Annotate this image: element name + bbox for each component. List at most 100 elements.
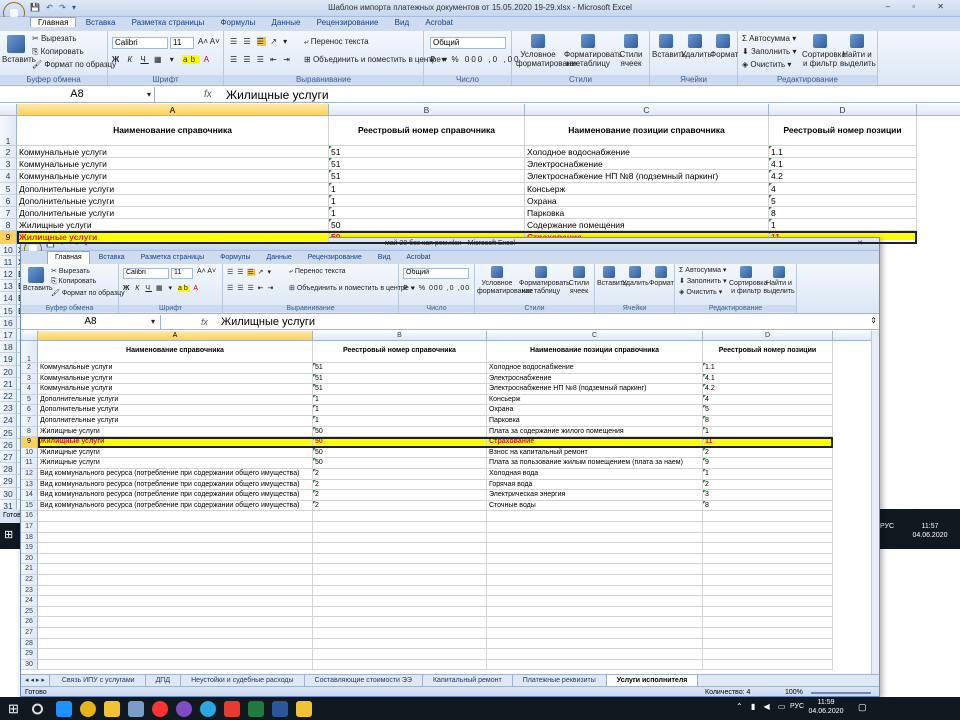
row-header[interactable]: 29 <box>0 475 17 488</box>
cell-styles-button[interactable]: Стили ячеек <box>616 34 646 68</box>
sheet-tab[interactable]: Неустойки и судебные расходы <box>181 675 305 686</box>
table-cell[interactable]: Коммунальные услуги <box>38 384 313 395</box>
table-cell[interactable]: 1.1 <box>769 146 917 159</box>
format-as-table-button[interactable]: Форматировать как таблицу <box>519 266 570 296</box>
empty-cell[interactable] <box>313 532 487 544</box>
row-header[interactable]: 14 <box>0 292 17 305</box>
folder-icon[interactable] <box>104 700 120 717</box>
empty-cell[interactable] <box>487 575 703 586</box>
table-cell[interactable]: Холодное водоснабжение <box>487 363 703 374</box>
table-cell[interactable]: 51 <box>313 363 487 374</box>
fx-icon[interactable]: fx <box>204 89 212 100</box>
row-header[interactable]: 12 <box>0 268 17 281</box>
table-cell[interactable]: 8 <box>769 207 917 220</box>
table-cell[interactable]: 50 <box>313 426 487 438</box>
font-grow-shrink[interactable]: A˄ A˅ <box>197 268 216 275</box>
sort-filter-button[interactable]: Сортировка и фильтр <box>729 266 767 296</box>
empty-cell[interactable] <box>703 553 833 565</box>
tab-review[interactable]: Рецензирование <box>301 252 369 264</box>
row-header[interactable]: 19 <box>0 353 17 366</box>
row-header[interactable]: 30 <box>0 487 17 500</box>
empty-cell[interactable] <box>313 522 487 533</box>
font-name-combo[interactable]: Calibri <box>112 37 168 49</box>
empty-cell[interactable] <box>313 564 487 575</box>
select-all-corner[interactable] <box>0 104 17 116</box>
tray-icons[interactable]: ⌃ ▮ ◀ ▭ <box>736 702 788 711</box>
window-controls[interactable]: – ▫ ✕ <box>807 239 873 247</box>
wrap-text-button[interactable]: ⤶ Перенос текста <box>289 268 345 276</box>
table-cell[interactable]: Вид коммунального ресурса (потребление п… <box>38 479 313 491</box>
row-header[interactable]: 8 <box>0 219 17 232</box>
table-cell[interactable]: Плата за пользование жилым помещением (п… <box>487 458 703 469</box>
number-format-combo[interactable]: Общий <box>430 37 506 49</box>
conditional-format-button[interactable]: Условное форматирование <box>516 34 580 68</box>
empty-cell[interactable] <box>313 511 487 522</box>
table-cell[interactable]: 4.1 <box>769 158 917 171</box>
empty-cell[interactable] <box>38 553 313 565</box>
table-cell[interactable]: 2 <box>703 479 833 491</box>
fill-button[interactable]: ⬇ Заполнить ▾ <box>679 277 727 285</box>
bg-lang[interactable]: РУС <box>880 523 894 530</box>
table-cell[interactable]: Консьерж <box>487 394 703 406</box>
red-app-icon[interactable] <box>224 700 240 717</box>
find-select-button[interactable]: Найти и выделить <box>840 34 876 68</box>
tab-view[interactable]: Вид <box>388 18 416 27</box>
formula-input[interactable]: Жилищные услуги <box>221 316 315 328</box>
column-header-c[interactable]: C <box>487 331 703 341</box>
vertical-align-buttons[interactable]: ☰ ☰ ☰ ↗ ▾ <box>227 268 272 276</box>
select-all-corner[interactable] <box>21 331 38 341</box>
row-header[interactable]: 21 <box>0 377 17 390</box>
font-size-combo[interactable]: 11 <box>170 37 194 49</box>
table-cell[interactable]: 51 <box>329 146 525 159</box>
delete-cells-button[interactable]: Удалить <box>622 266 649 288</box>
row-header[interactable]: 11 <box>21 458 38 469</box>
row-header[interactable]: 18 <box>0 341 17 354</box>
empty-cell[interactable] <box>703 564 833 575</box>
taskbar-clock[interactable]: 11:59 04.06.2020 <box>808 699 844 717</box>
table-cell[interactable]: 1 <box>329 207 525 220</box>
name-box-dropdown[interactable]: ▾ <box>147 90 151 99</box>
language-indicator[interactable]: РУС <box>790 703 804 710</box>
viber-icon[interactable] <box>176 700 192 717</box>
tab-formulas[interactable]: Формулы <box>213 252 257 264</box>
table-cell[interactable]: Охрана <box>487 405 703 416</box>
empty-cell[interactable] <box>487 617 703 628</box>
table-cell[interactable]: 1 <box>329 182 525 195</box>
sheet-tab[interactable]: Капитальный ремонт <box>423 675 513 686</box>
empty-cell[interactable] <box>313 606 487 618</box>
table-cell[interactable]: Дополнительные услуги <box>38 394 313 406</box>
row-header[interactable]: 25 <box>0 426 17 439</box>
tab-review[interactable]: Рецензирование <box>310 18 386 27</box>
empty-cell[interactable] <box>38 522 313 533</box>
table-cell[interactable]: 50 <box>329 219 525 232</box>
row-header[interactable]: 13 <box>21 479 38 491</box>
empty-cell[interactable] <box>313 649 487 660</box>
row-header[interactable]: 30 <box>21 659 38 671</box>
format-as-table-button[interactable]: Форматировать как таблицу <box>564 34 622 68</box>
chrome-icon[interactable] <box>80 700 96 717</box>
table-cell[interactable]: 4 <box>703 394 833 406</box>
column-header-c[interactable]: C <box>525 104 769 116</box>
tab-data[interactable]: Данные <box>259 252 298 264</box>
table-cell[interactable]: 1 <box>313 416 487 427</box>
column-header-b[interactable]: B <box>313 331 487 341</box>
row-header[interactable]: 29 <box>21 649 38 660</box>
empty-cell[interactable] <box>703 522 833 533</box>
empty-cell[interactable] <box>313 575 487 586</box>
empty-cell[interactable] <box>487 585 703 597</box>
table-cell[interactable]: Дополнительные услуги <box>38 416 313 427</box>
copy-button[interactable]: ⎘ Копировать <box>51 278 96 286</box>
notification-icon[interactable]: ▢ <box>858 702 867 713</box>
row-header[interactable]: 13 <box>0 280 17 293</box>
column-header-a[interactable]: A <box>38 331 313 341</box>
row-header[interactable]: 23 <box>0 402 17 415</box>
row-header[interactable]: 22 <box>21 575 38 586</box>
table-cell[interactable]: Вид коммунального ресурса (потребление п… <box>38 490 313 501</box>
cut-button[interactable]: ✂ Вырезать <box>51 267 90 275</box>
font-grow-shrink[interactable]: A˄ A˅ <box>198 37 220 46</box>
row-header[interactable]: 4 <box>0 170 17 183</box>
excel-icon[interactable] <box>248 700 264 717</box>
table-cell[interactable]: Вид коммунального ресурса (потребление п… <box>38 469 313 480</box>
table-cell[interactable]: 2 <box>313 469 487 480</box>
empty-cell[interactable] <box>487 532 703 544</box>
